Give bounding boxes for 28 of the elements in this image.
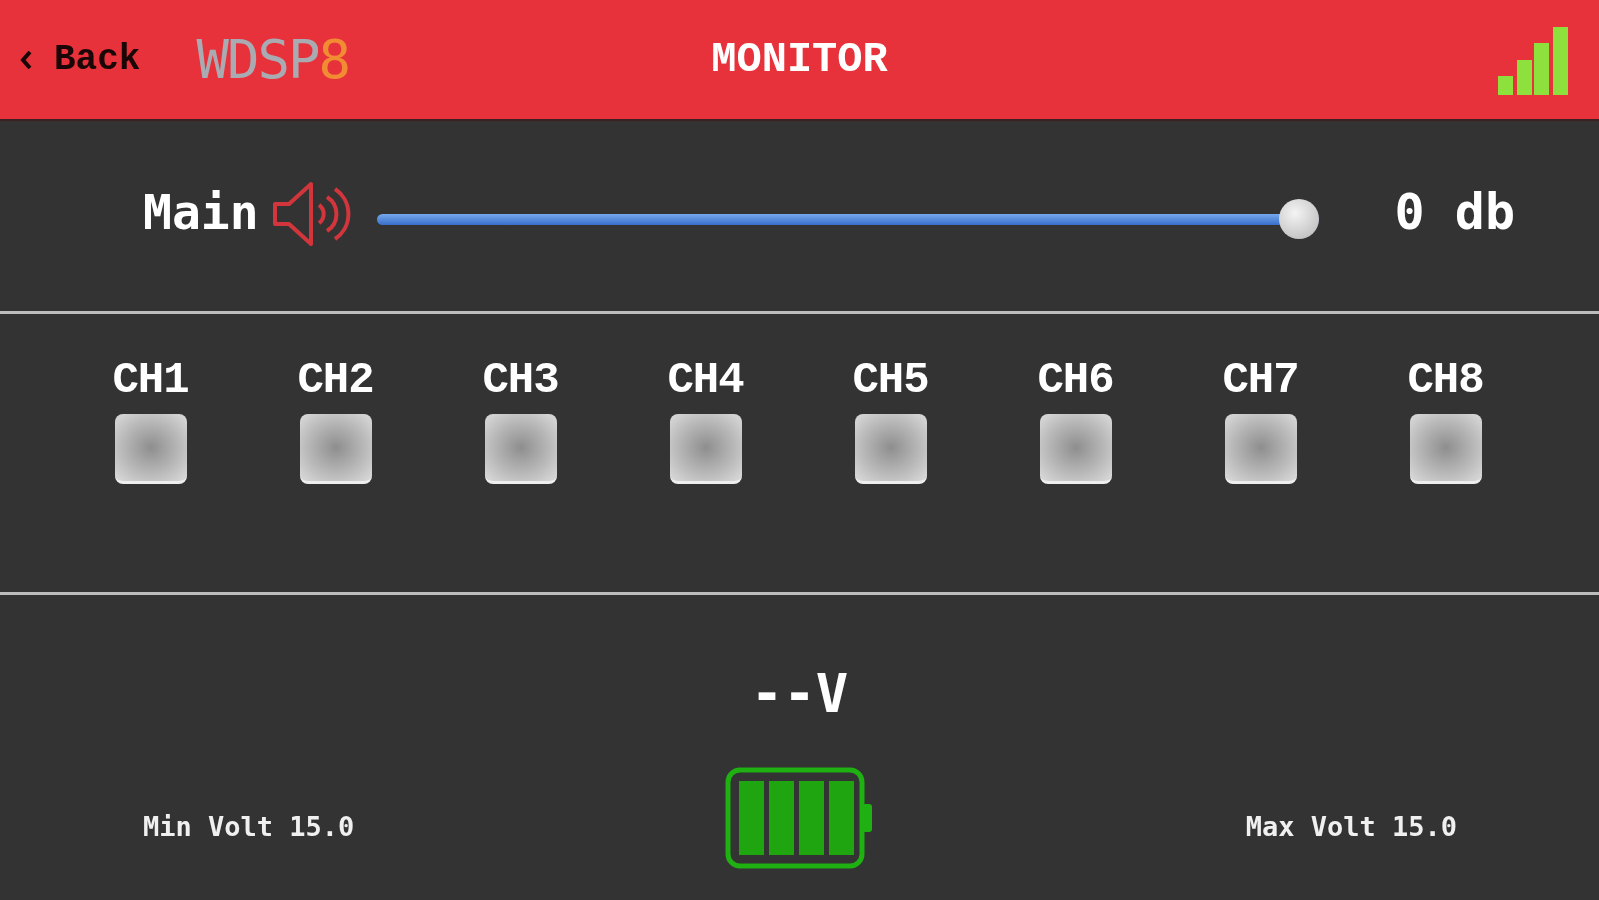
checkbox[interactable] — [299, 414, 372, 484]
volume-reading: 0 db — [1394, 187, 1515, 237]
chevron-icon — [20, 49, 32, 70]
max-voltage-label: Max Volt 15.0 — [1245, 810, 1457, 842]
slider-thumb[interactable] — [1278, 198, 1319, 239]
checkbox[interactable] — [854, 414, 927, 484]
checkbox[interactable] — [1409, 414, 1482, 484]
back-button[interactable]: Back — [18, 35, 143, 84]
channel-label: CH8 — [1407, 358, 1484, 402]
checkbox[interactable] — [1224, 414, 1297, 484]
signal-bars-icon — [1498, 26, 1568, 95]
channel-label: CH3 — [482, 358, 559, 402]
volume-label: Main — [143, 188, 259, 236]
min-voltage-label: Min Volt 15.0 — [143, 810, 355, 842]
checkbox[interactable] — [484, 414, 557, 484]
voltage-reading: --V — [750, 667, 849, 721]
channel-label: CH5 — [852, 358, 929, 402]
battery-icon — [725, 767, 875, 869]
channel-label: CH6 — [1037, 358, 1114, 402]
checkbox[interactable] — [669, 414, 742, 484]
checkbox[interactable] — [114, 414, 187, 484]
page-title: MONITOR — [711, 38, 888, 81]
channel-label: CH7 — [1222, 358, 1299, 402]
channel-label: CH4 — [667, 358, 744, 402]
channel-label: CH2 — [297, 358, 374, 402]
checkbox[interactable] — [1039, 414, 1112, 484]
logo: WDSP8 — [196, 32, 349, 87]
channel-label: CH1 — [112, 358, 189, 402]
